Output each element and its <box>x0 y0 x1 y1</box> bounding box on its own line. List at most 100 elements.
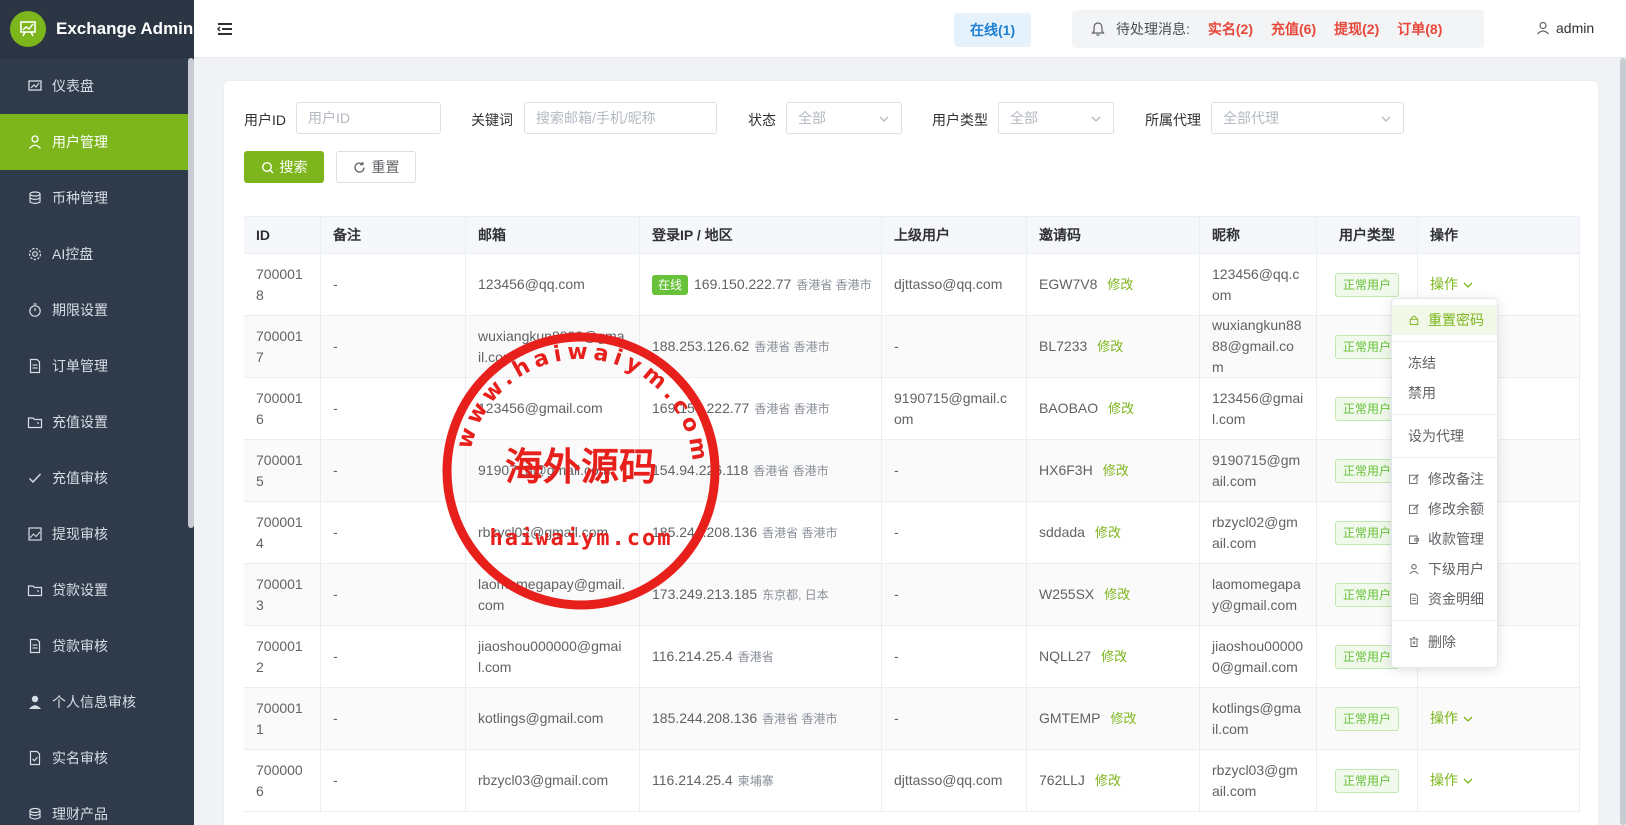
dropdown-item-2[interactable]: 禁用 <box>1392 378 1497 408</box>
folder-icon <box>26 581 44 599</box>
refresh-icon <box>353 161 365 173</box>
status-select-value: 全部 <box>798 110 826 126</box>
edit-invite-link[interactable]: 修改 <box>1110 708 1136 729</box>
actions-dropdown-trigger[interactable]: 操作 <box>1430 708 1473 729</box>
search-button-label: 搜索 <box>279 159 308 175</box>
page-scrollbar[interactable] <box>1620 58 1626 825</box>
dropdown-item-9[interactable]: 删除 <box>1392 627 1497 657</box>
dropdown-item-label: 修改余额 <box>1428 501 1484 517</box>
ip-address: 169.150.222.77 <box>694 275 792 292</box>
search-button[interactable]: 搜索 <box>244 151 324 183</box>
cell-id: 7000017 <box>244 316 321 377</box>
dropdown-divider <box>1392 620 1497 621</box>
keyword-label: 关键词 <box>471 112 513 128</box>
dropdown-item-8[interactable]: 资金明细 <box>1392 584 1497 614</box>
notice-tag-order[interactable]: 订单(8) <box>1397 19 1442 39</box>
notice-tag-recharge[interactable]: 充值(6) <box>1271 19 1316 39</box>
edit-invite-link[interactable]: 修改 <box>1108 398 1134 419</box>
sidebar-item-6[interactable]: 充值设置 <box>0 394 194 450</box>
sidebar-item-12[interactable]: 实名审核 <box>0 730 194 786</box>
cell-note: - <box>321 688 466 749</box>
agent-select[interactable]: 全部代理 <box>1211 102 1404 134</box>
menu-toggle-icon[interactable] <box>216 20 234 38</box>
column-header-ip[interactable]: 登录IP / 地区 <box>640 217 882 253</box>
cell-invite-code: BAOBAO 修改 <box>1027 378 1200 439</box>
ip-region: 香港省 香港市 <box>754 401 830 416</box>
dropdown-item-0[interactable]: 重置密码 <box>1392 305 1497 335</box>
notice-tag-withdraw[interactable]: 提现(2) <box>1334 19 1379 39</box>
cell-invite-code: EGW7V8 修改 <box>1027 254 1200 315</box>
column-header-note[interactable]: 备注 <box>321 217 466 253</box>
user-menu[interactable]: admin <box>1536 20 1594 36</box>
chevron-down-icon <box>1381 116 1391 122</box>
dropdown-item-6[interactable]: 收款管理 <box>1392 524 1497 554</box>
reset-button[interactable]: 重置 <box>336 151 416 183</box>
sidebar-item-3[interactable]: AI控盘 <box>0 226 194 282</box>
ip-region: 香港省 香港市 <box>796 277 872 292</box>
cell-note: - <box>321 440 466 501</box>
edit-invite-link[interactable]: 修改 <box>1107 274 1133 295</box>
cell-actions: 操作 <box>1418 688 1580 749</box>
notice-tag-realname[interactable]: 实名(2) <box>1208 19 1253 39</box>
keyword-input[interactable]: 搜索邮箱/手机/昵称 <box>524 102 717 134</box>
actions-dropdown-trigger[interactable]: 操作 <box>1430 274 1473 295</box>
dropdown-item-1[interactable]: 冻结 <box>1392 348 1497 378</box>
sidebar-item-0[interactable]: 仪表盘 <box>0 58 194 114</box>
user-type-select[interactable]: 全部 <box>998 102 1114 134</box>
sidebar-item-4[interactable]: 期限设置 <box>0 282 194 338</box>
sidebar-item-label: 充值审核 <box>52 470 108 486</box>
cell-nickname: rbzycl02@gmail.com <box>1200 502 1317 563</box>
ip-address: 169.150.222.77 <box>652 399 750 416</box>
online-tag: 在线 <box>652 274 689 295</box>
actions-dropdown-trigger[interactable]: 操作 <box>1430 770 1473 791</box>
edit-invite-link[interactable]: 修改 <box>1095 522 1121 543</box>
dropdown-item-5[interactable]: 修改余额 <box>1392 494 1497 524</box>
dropdown-item-label: 重置密码 <box>1428 312 1484 328</box>
sidebar-item-7[interactable]: 充值审核 <box>0 450 194 506</box>
ip-address: 188.253.126.62 <box>652 337 750 354</box>
coins-icon <box>26 805 44 823</box>
cell-ip: 185.244.208.136 香港省 香港市 <box>640 688 882 749</box>
user-type-badge: 正常用户 <box>1334 520 1399 545</box>
sidebar-item-2[interactable]: 币种管理 <box>0 170 194 226</box>
column-header-id[interactable]: ID <box>244 217 321 253</box>
table-row: 7000011- kotlings@gmail.com 185.244.208.13… <box>244 688 1580 750</box>
user-id-input[interactable]: 用户ID <box>296 102 441 134</box>
column-header-invite[interactable]: 邀请码 <box>1027 217 1200 253</box>
invite-code: 762LLJ <box>1039 772 1085 788</box>
sidebar-menu: 仪表盘 用户管理 币种管理 AI控盘 期限设置 订单管理 充值设置充值审核提现审核 贷款设置贷… <box>0 58 194 825</box>
sidebar-item-10[interactable]: 贷款审核 <box>0 618 194 674</box>
reset-button-label: 重置 <box>371 159 400 175</box>
dropdown-item-4[interactable]: 修改备注 <box>1392 464 1497 494</box>
status-select[interactable]: 全部 <box>786 102 902 134</box>
user-icon <box>1409 564 1419 575</box>
column-header-parent[interactable]: 上级用户 <box>882 217 1027 253</box>
wallet-icon <box>1409 535 1419 544</box>
edit-invite-link[interactable]: 修改 <box>1101 646 1127 667</box>
cell-ip: 116.214.25.4 香港省 <box>640 626 882 687</box>
cell-parent-user: - <box>882 502 1027 563</box>
sidebar-item-9[interactable]: 贷款设置 <box>0 562 194 618</box>
sidebar-item-1[interactable]: 用户管理 <box>0 114 194 170</box>
edit-invite-link[interactable]: 修改 <box>1103 460 1129 481</box>
dropdown-item-7[interactable]: 下级用户 <box>1392 554 1497 584</box>
document-icon <box>26 357 44 375</box>
edit-invite-link[interactable]: 修改 <box>1097 336 1123 357</box>
sidebar-item-8[interactable]: 提现审核 <box>0 506 194 562</box>
column-header-user-type[interactable]: 用户类型 <box>1317 217 1418 253</box>
edit-invite-link[interactable]: 修改 <box>1104 584 1130 605</box>
online-count-button[interactable]: 在线(1) <box>954 13 1032 47</box>
column-header-nickname[interactable]: 昵称 <box>1200 217 1317 253</box>
sidebar-scrollbar[interactable] <box>188 58 194 528</box>
database-icon <box>26 189 44 207</box>
sidebar-item-5[interactable]: 订单管理 <box>0 338 194 394</box>
sidebar-item-13[interactable]: 理财产品 <box>0 786 194 825</box>
column-header-email[interactable]: 邮箱 <box>466 217 640 253</box>
sidebar-item-11[interactable]: 个人信息审核 <box>0 674 194 730</box>
brand[interactable]: Exchange Admin <box>0 0 194 58</box>
cell-ip: 在线 169.150.222.77 香港省 香港市 <box>640 254 882 315</box>
cell-note: - <box>321 502 466 563</box>
cell-ip: 188.253.126.62 香港省 香港市 <box>640 316 882 377</box>
edit-invite-link[interactable]: 修改 <box>1095 770 1121 791</box>
dropdown-item-3[interactable]: 设为代理 <box>1392 421 1497 451</box>
